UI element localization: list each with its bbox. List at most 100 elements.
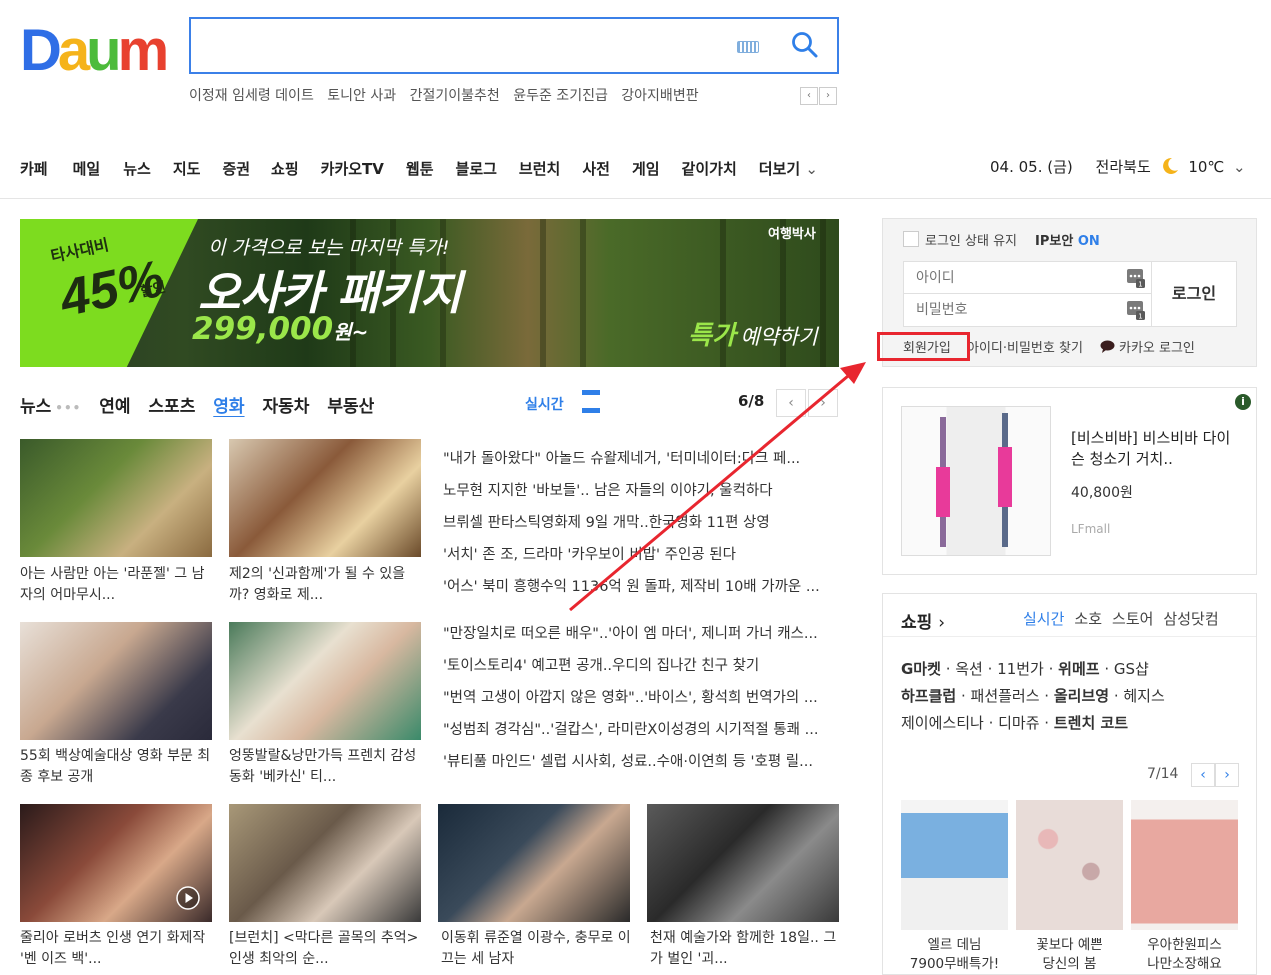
- shop-link[interactable]: G마켓: [901, 660, 941, 678]
- shop-product-image[interactable]: [1131, 800, 1238, 930]
- shop-link[interactable]: 하프클럽: [901, 687, 956, 705]
- headline-item[interactable]: "성범죄 경각심"..'걸캅스', 라미란X이성경의 시기적절 통쾌 ...: [443, 718, 840, 750]
- more-dots-icon[interactable]: •••: [55, 401, 81, 415]
- kakao-login-link[interactable]: 카카오 로그인: [1119, 337, 1195, 356]
- tab-realtime[interactable]: 실시간: [1023, 610, 1064, 628]
- shop-link[interactable]: 패션플러스: [971, 687, 1040, 705]
- headline-item[interactable]: '토이스토리4' 예고편 공개..우디의 집나간 친구 찾기: [443, 654, 840, 686]
- tab-news[interactable]: 뉴스: [20, 397, 51, 417]
- hot-keyword[interactable]: 윤두준 조기진급: [513, 88, 608, 104]
- region-text[interactable]: 전라북도: [1096, 158, 1151, 176]
- tab-realestate[interactable]: 부동산: [327, 397, 374, 417]
- news-thumb-image[interactable]: [229, 439, 421, 557]
- headline-item[interactable]: '뷰티풀 마인드' 셀럽 시사회, 성료..수애·이연희 등 '호평 릴...: [443, 750, 840, 782]
- shop-link[interactable]: 트렌치 코트: [1054, 714, 1128, 732]
- tab-samsung[interactable]: 삼성닷컴: [1163, 610, 1218, 628]
- nav-item-cafe[interactable]: 카페: [20, 158, 48, 179]
- keep-login-checkbox[interactable]: [903, 231, 919, 247]
- id-input[interactable]: [916, 268, 1116, 288]
- news-thumb-image[interactable]: [20, 439, 212, 557]
- nav-item-kakaotv[interactable]: 카카오TV: [321, 158, 384, 179]
- realtime-label[interactable]: 실시간: [525, 394, 564, 414]
- shop-link[interactable]: 11번가: [997, 660, 1044, 678]
- news-thumb-caption[interactable]: 줄리아 로버츠 인생 연기 화제작 '벤 이즈 백'...: [20, 928, 212, 970]
- shop-link[interactable]: 옥션: [955, 660, 983, 678]
- hot-keyword[interactable]: 간절기이불추천: [410, 88, 500, 104]
- search-input[interactable]: [201, 29, 721, 62]
- search-icon[interactable]: [789, 29, 821, 61]
- nav-item-blog[interactable]: 블로그: [456, 158, 497, 179]
- ad-product-title[interactable]: [비스비바] 비스비바 다이슨 청소기 거치..: [1071, 428, 1243, 470]
- news-thumb-caption[interactable]: 천재 예술가와 함께한 18일.. 그가 벌인 '괴...: [650, 928, 842, 970]
- nav-divider: [0, 198, 1271, 199]
- keep-login-label[interactable]: 로그인 상태 유지: [925, 230, 1017, 249]
- tab-movie[interactable]: 영화: [213, 397, 244, 417]
- virtual-keypad-icon[interactable]: 1: [1126, 299, 1146, 321]
- nav-item-together[interactable]: 같이가치: [682, 158, 737, 179]
- shop-product-caption[interactable]: 우아한원피스 나만소장해요: [1131, 936, 1238, 974]
- shop-next-button[interactable]: ›: [1215, 763, 1239, 787]
- chevron-down-icon[interactable]: ⌄: [1233, 158, 1246, 176]
- news-thumb-caption[interactable]: [브런치] <막다른 골목의 추억>인생 최악의 순...: [229, 928, 421, 970]
- product-ad[interactable]: i [비스비바] 비스비바 다이슨 청소기 거치.. 40,800원 LFmal…: [882, 387, 1257, 575]
- hot-keyword[interactable]: 이정재 임세령 데이트: [189, 88, 314, 104]
- nav-item-shopping[interactable]: 쇼핑: [271, 158, 299, 179]
- password-input[interactable]: [916, 300, 1116, 320]
- news-thumb-image[interactable]: [20, 804, 212, 922]
- shop-link[interactable]: GS샵: [1114, 660, 1149, 678]
- news-thumb-caption[interactable]: 이동휘 류준열 이광수, 충무로 이끄는 세 남자: [441, 928, 633, 970]
- headline-item[interactable]: "번역 고생이 아깝지 않은 영화"..'바이스', 황석희 번역가의 ...: [443, 686, 840, 718]
- news-thumb-image[interactable]: [229, 804, 421, 922]
- nav-item-dictionary[interactable]: 사전: [582, 158, 610, 179]
- shop-product-image[interactable]: [901, 800, 1008, 930]
- play-icon[interactable]: [176, 886, 200, 910]
- shop-link[interactable]: 제이에스티나: [901, 714, 984, 732]
- news-thumb-caption[interactable]: 엉뚱발랄&낭만가득 프렌치 감성동화 '베카신' 티...: [229, 746, 421, 788]
- nav-more-button[interactable]: 더보기 ⌄: [759, 158, 818, 179]
- shop-prev-button[interactable]: ‹: [1191, 763, 1215, 787]
- ip-security-toggle[interactable]: IP보안 ON: [1035, 230, 1100, 249]
- nav-item-news[interactable]: 뉴스: [123, 158, 151, 179]
- virtual-keypad-icon[interactable]: 1: [1126, 267, 1146, 289]
- shop-product-image[interactable]: [1016, 800, 1123, 930]
- shop-product-caption[interactable]: 꽃보다 예쁜 당신의 봄: [1016, 936, 1123, 974]
- keyword-next-button[interactable]: ›: [819, 87, 837, 105]
- login-button[interactable]: 로그인: [1152, 261, 1237, 327]
- news-thumb-image[interactable]: [438, 804, 630, 922]
- news-thumb-caption[interactable]: 제2의 '신과함께'가 될 수 있을까? 영화로 제...: [229, 564, 421, 606]
- news-thumb-image[interactable]: [229, 622, 421, 740]
- headline-item[interactable]: "만장일치로 떠오른 배우"..'아이 엠 마더', 제니퍼 가너 캐스...: [443, 622, 840, 654]
- news-thumb-image[interactable]: [20, 622, 212, 740]
- nav-item-mail[interactable]: 메일: [73, 158, 101, 179]
- shop-product-caption[interactable]: 엘르 데님 7900무배특가!: [901, 936, 1008, 974]
- tab-car[interactable]: 자동차: [262, 397, 309, 417]
- news-thumb-image[interactable]: [647, 804, 839, 922]
- news-thumb-caption[interactable]: 아는 사람만 아는 '라푼젤' 그 남자의 어마무시...: [20, 564, 212, 606]
- nav-item-game[interactable]: 게임: [632, 158, 660, 179]
- hot-keyword[interactable]: 토니안 사과: [327, 88, 396, 104]
- shop-link[interactable]: 올리브영: [1054, 687, 1109, 705]
- daum-logo[interactable]: Daum: [20, 22, 169, 80]
- nav-item-webtoon[interactable]: 웹툰: [406, 158, 434, 179]
- keyword-prev-button[interactable]: ‹: [800, 87, 818, 105]
- date-text: 04. 05. (금): [990, 158, 1073, 176]
- tab-soho[interactable]: 소호: [1074, 610, 1102, 628]
- ad-banner[interactable]: 타사대비 45% 할인 이 가격으로 보는 마지막 특가! 오사카 패키지 29…: [20, 219, 839, 367]
- nav-item-stock[interactable]: 증권: [222, 158, 250, 179]
- shop-link[interactable]: 디마쥬: [998, 714, 1039, 732]
- hot-keyword[interactable]: 강아지배변판: [621, 88, 698, 104]
- tab-store[interactable]: 스토어: [1112, 610, 1153, 628]
- find-account-link[interactable]: 아이디·비밀번호 찾기: [967, 337, 1083, 356]
- news-thumb-caption[interactable]: 55회 백상예술대상 영화 부문 최종 후보 공개: [20, 746, 212, 788]
- ad-product-image[interactable]: [901, 406, 1051, 556]
- shop-link[interactable]: 위메프: [1058, 660, 1099, 678]
- tab-entertainment[interactable]: 연예: [99, 397, 130, 417]
- banner-price: 299,000원~: [192, 311, 369, 347]
- nav-item-brunch[interactable]: 브런치: [519, 158, 560, 179]
- info-icon[interactable]: i: [1235, 394, 1251, 410]
- tab-sports[interactable]: 스포츠: [148, 397, 195, 417]
- shopping-title-link[interactable]: 쇼핑 ›: [901, 608, 945, 633]
- keyboard-icon[interactable]: [737, 41, 759, 53]
- shop-link[interactable]: 헤지스: [1123, 687, 1164, 705]
- nav-item-map[interactable]: 지도: [173, 158, 201, 179]
